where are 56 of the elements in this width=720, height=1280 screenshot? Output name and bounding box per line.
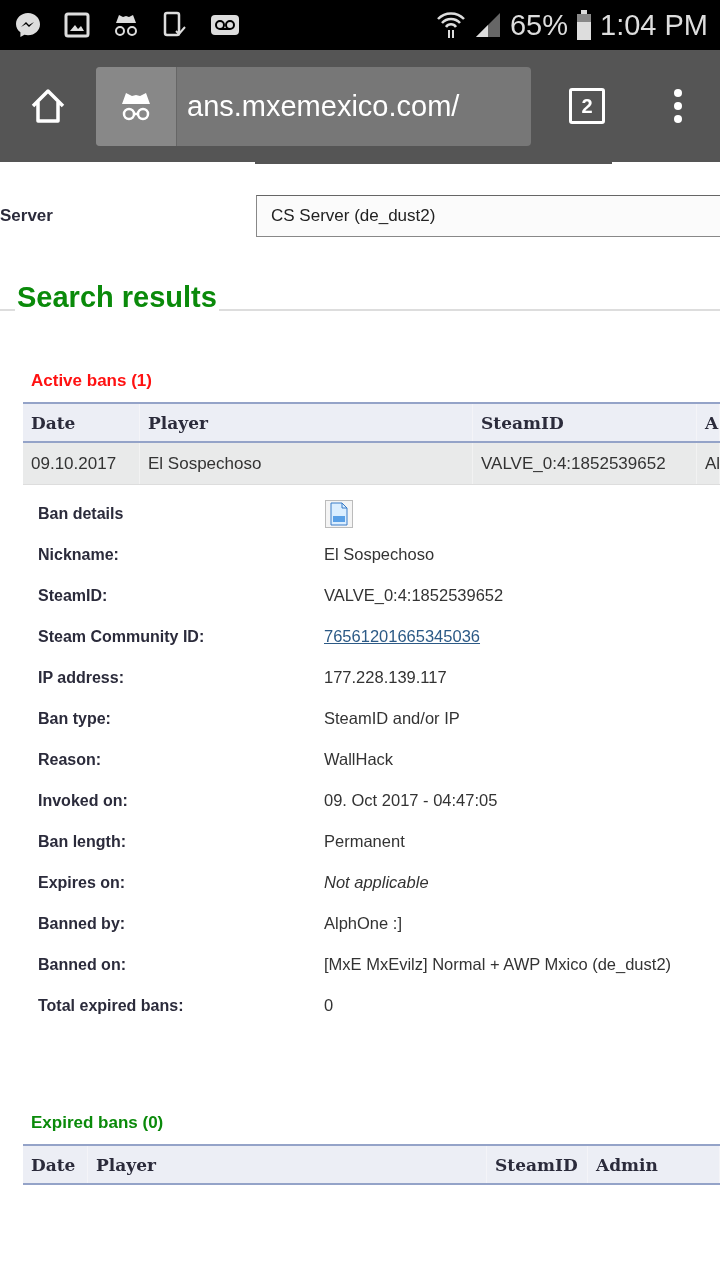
detail-value: Permanent (324, 832, 405, 851)
column-header[interactable]: A (697, 404, 720, 441)
messenger-icon (14, 11, 42, 39)
detail-value: [MxE MxEvilz] Normal + AWP Mxico (de_dust2) (324, 955, 672, 974)
detail-label: Ban type: (38, 709, 112, 728)
detail-label: IP address: (38, 668, 125, 687)
detail-label: Ban details (38, 504, 125, 523)
image-icon (64, 12, 90, 38)
detail-value: Not applicable (324, 873, 429, 892)
column-header[interactable]: Player (140, 404, 473, 441)
table-heading: Expired bans (0) (31, 1113, 165, 1134)
detail-label: SteamID: (38, 586, 109, 605)
tab-switcher-button[interactable]: 2 (569, 88, 605, 124)
detail-value: 177.228.139.117 (324, 668, 447, 687)
column-header[interactable]: Date (23, 404, 140, 441)
table-cell: VALVE_0:4:1852539652 (473, 443, 697, 484)
detail-value: AlphOne :] (324, 914, 402, 933)
incognito-icon (112, 13, 140, 37)
phone-check-icon (162, 11, 188, 39)
detail-value: WallHack (324, 750, 394, 769)
address-bar[interactable]: ans.mxemexico.com/ (96, 66, 531, 146)
detail-value: SteamID and/or IP (324, 709, 460, 728)
detail-label: Reason: (38, 750, 103, 769)
document-icon[interactable] (325, 499, 353, 528)
clock: 1:04 PM (600, 8, 708, 42)
column-header[interactable]: SteamID (473, 404, 697, 441)
table-heading: Active bans (1) (31, 371, 153, 392)
detail-label: Banned by: (38, 914, 127, 933)
detail-label: Total expired bans: (38, 996, 185, 1015)
menu-icon[interactable] (673, 88, 683, 124)
detail-value: 09. Oct 2017 - 04:47:05 (324, 791, 498, 810)
detail-label: Nickname: (38, 545, 120, 564)
home-icon[interactable] (29, 87, 67, 125)
battery-percentage: 65% (509, 8, 568, 42)
detail-value: 0 (324, 996, 334, 1015)
detail-label: Banned on: (38, 955, 127, 974)
voicemail-icon (210, 14, 240, 36)
table-cell: 09.10.2017 (23, 443, 140, 484)
server-label: Server (0, 206, 54, 226)
detail-label: Invoked on: (38, 791, 129, 810)
battery-icon (576, 10, 592, 40)
table-cell: El Sospechoso (140, 443, 473, 484)
column-header[interactable]: Player (88, 1146, 487, 1183)
detail-value: VALVE_0:4:1852539652 (324, 586, 504, 605)
detail-label: Ban length: (38, 832, 127, 851)
table-cell: Al (697, 443, 720, 484)
server-select[interactable]: CS Server (de_dust2) (256, 195, 720, 237)
detail-label: Expires on: (38, 873, 127, 892)
detail-value: El Sospechoso (324, 545, 435, 564)
column-header[interactable]: SteamID (487, 1146, 588, 1183)
url-text: ans.mxemexico.com/ (187, 89, 460, 123)
column-header[interactable]: Admin (588, 1146, 720, 1183)
community-id-link[interactable]: 76561201665345036 (324, 627, 480, 646)
column-header[interactable]: Date (23, 1146, 88, 1183)
detail-label: Steam Community ID: (38, 627, 206, 646)
wifi-icon (435, 10, 466, 40)
